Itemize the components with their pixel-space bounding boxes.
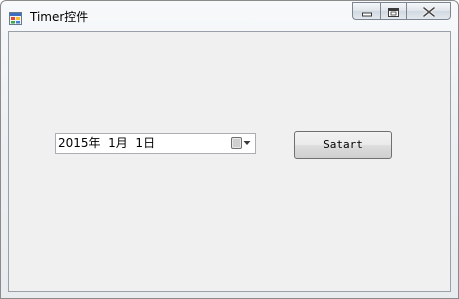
minimize-icon xyxy=(361,2,372,21)
maximize-button[interactable] xyxy=(380,2,406,20)
caption-buttons xyxy=(352,2,451,22)
calendar-dropdown-icon[interactable] xyxy=(230,136,252,151)
start-button[interactable]: Satart xyxy=(294,131,392,159)
main-window: Timer控件 2015年 1月 1日 Satart xyxy=(0,0,459,299)
date-picker-value[interactable]: 2015年 1月 1日 xyxy=(58,136,155,151)
maximize-icon xyxy=(388,2,399,21)
close-icon xyxy=(421,2,436,21)
app-window-icon[interactable] xyxy=(9,10,22,25)
date-picker[interactable]: 2015年 1月 1日 xyxy=(55,133,256,154)
close-button[interactable] xyxy=(406,2,451,20)
title-bar[interactable]: Timer控件 xyxy=(1,1,458,31)
minimize-button[interactable] xyxy=(352,2,380,20)
form-client-area xyxy=(8,31,451,292)
window-title: Timer控件 xyxy=(30,10,89,24)
